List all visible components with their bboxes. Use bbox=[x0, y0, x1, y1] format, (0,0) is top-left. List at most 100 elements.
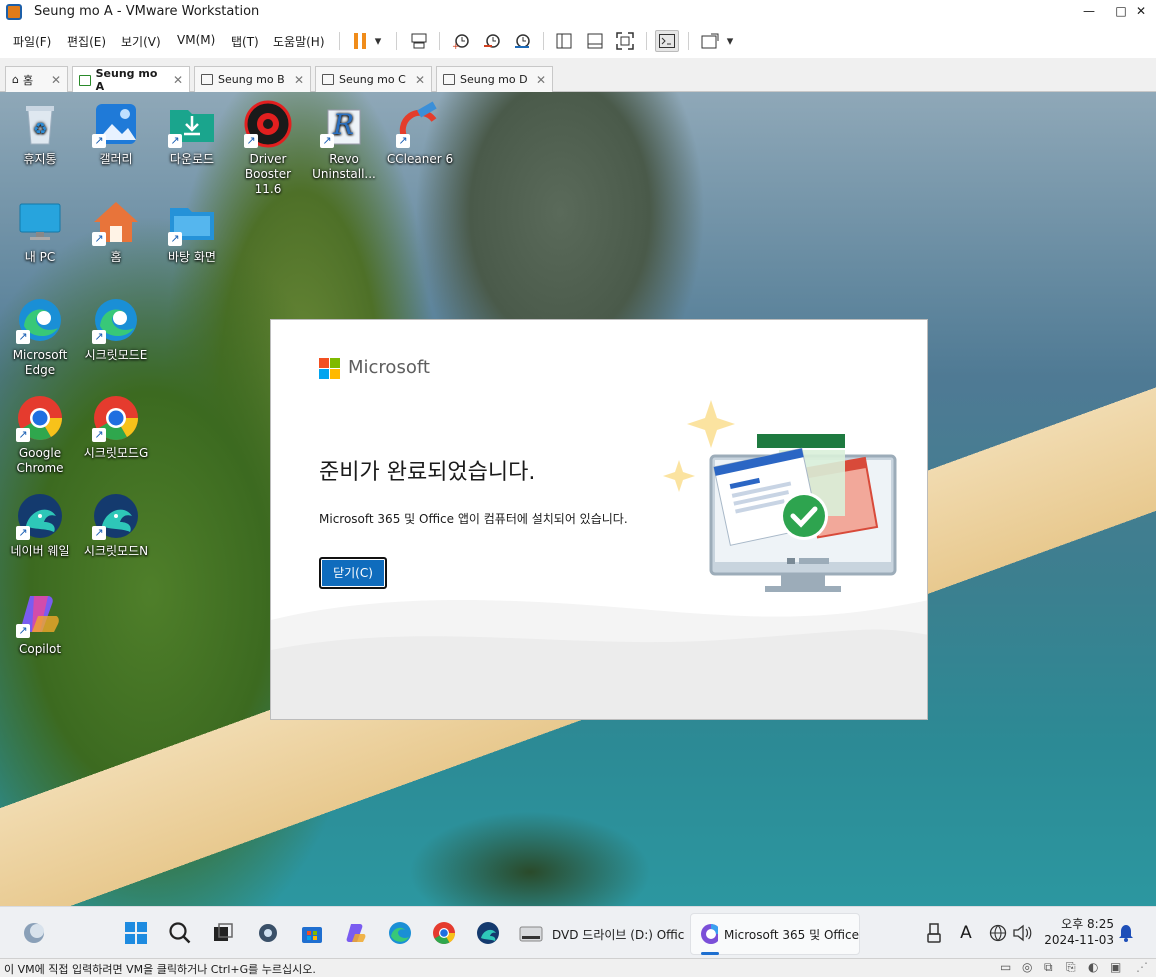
desktop-icon-whale[interactable]: ↗ 네이버 웨일 bbox=[2, 492, 78, 559]
vm-running-icon bbox=[79, 74, 91, 86]
vm-icon bbox=[201, 74, 213, 85]
taskbar-app-m365[interactable]: Microsoft 365 및 Office bbox=[690, 913, 860, 955]
tab-home[interactable]: ⌂ 홈 ✕ bbox=[5, 66, 68, 92]
desktop-icon-driver-booster[interactable]: ↗ Driver Booster 11.6 bbox=[230, 100, 306, 197]
chevron-down-icon[interactable]: ▾ bbox=[722, 30, 738, 52]
desktop-icon-label: 시크릿모드E bbox=[84, 348, 148, 362]
desktop-icon-chrome[interactable]: ↗ Google Chrome bbox=[2, 394, 78, 476]
shortcut-arrow-icon: ↗ bbox=[92, 232, 106, 246]
dialog-close-button[interactable]: 닫기(C) bbox=[319, 557, 387, 589]
resize-grip-icon[interactable]: ⋰ bbox=[1136, 960, 1148, 974]
chrome-icon[interactable] bbox=[430, 919, 458, 947]
microsoft-logo-icon bbox=[319, 358, 340, 379]
usb-device-icon[interactable] bbox=[922, 919, 946, 947]
desktop-icon-downloads[interactable]: ↗ 다운로드 bbox=[154, 100, 230, 167]
menu-help[interactable]: 도움말(H) bbox=[273, 33, 325, 50]
tab-seung-mo-d[interactable]: Seung mo D ✕ bbox=[436, 66, 553, 92]
desktop-icon-whale-private[interactable]: ↗ 시크릿모드N bbox=[78, 492, 154, 559]
cd-dvd-icon[interactable]: ◎ bbox=[1022, 960, 1032, 974]
desktop-icon-label: CCleaner 6 bbox=[386, 152, 454, 166]
menu-vm[interactable]: VM(M) bbox=[177, 33, 215, 47]
menu-view[interactable]: 보기(V) bbox=[121, 33, 161, 50]
display-icon[interactable]: ▣ bbox=[1110, 960, 1121, 974]
chevron-down-icon[interactable]: ▾ bbox=[370, 30, 386, 52]
snapshot-take-icon[interactable]: + bbox=[449, 30, 473, 52]
close-icon[interactable]: ✕ bbox=[167, 73, 183, 87]
home-icon: ↗ bbox=[92, 198, 140, 246]
m365-install-dialog: Microsoft 준비가 완료되었습니다. Microsoft 365 및 O… bbox=[270, 319, 928, 720]
dvd-drive-icon bbox=[519, 926, 543, 942]
speaker-icon[interactable] bbox=[1010, 919, 1034, 947]
input-method-indicator[interactable]: A bbox=[954, 919, 978, 947]
desktop-icon-ccleaner[interactable]: ↗ CCleaner 6 bbox=[382, 100, 458, 167]
microsoft-store-icon[interactable] bbox=[298, 919, 326, 947]
menu-tabs[interactable]: 탭(T) bbox=[231, 33, 259, 50]
desktop-icon-gallery[interactable]: ↗ 갤러리 bbox=[78, 100, 154, 167]
shortcut-arrow-icon: ↗ bbox=[16, 428, 30, 442]
menu-file[interactable]: 파일(F) bbox=[13, 33, 51, 50]
desktop-icon-this-pc[interactable]: 내 PC bbox=[2, 198, 78, 265]
desktop-icon-revo[interactable]: R ↗ Revo Uninstall... bbox=[306, 100, 382, 182]
start-icon[interactable] bbox=[122, 919, 150, 947]
snapshot-manager-icon[interactable] bbox=[510, 30, 534, 52]
thumbnail-view-icon[interactable] bbox=[583, 30, 607, 52]
pause-icon[interactable] bbox=[348, 30, 372, 52]
library-view-icon[interactable] bbox=[552, 30, 576, 52]
network-globe-icon[interactable] bbox=[986, 919, 1010, 947]
active-app-indicator bbox=[701, 952, 719, 955]
driver-booster-icon: ↗ bbox=[244, 100, 292, 148]
minimize-button[interactable]: — bbox=[1072, 0, 1106, 24]
desktop-icon-label: Microsoft Edge bbox=[12, 348, 68, 377]
edge-icon[interactable] bbox=[386, 919, 414, 947]
notification-bell-icon[interactable] bbox=[1116, 919, 1136, 947]
settings-gear-icon[interactable] bbox=[254, 919, 282, 947]
toolbar-separator bbox=[396, 32, 397, 50]
copilot-icon[interactable] bbox=[342, 919, 370, 947]
hard-disk-icon[interactable]: ▭ bbox=[1000, 960, 1011, 974]
close-icon[interactable]: ✕ bbox=[409, 73, 425, 87]
tab-seung-mo-b[interactable]: Seung mo B ✕ bbox=[194, 66, 311, 92]
desktop-icon-home[interactable]: ↗ 홈 bbox=[78, 198, 154, 265]
close-icon[interactable]: ✕ bbox=[45, 73, 61, 87]
send-keys-icon[interactable] bbox=[407, 30, 431, 52]
desktop-icon-desktop[interactable]: ↗ 바탕 화면 bbox=[154, 198, 230, 265]
tab-seung-mo-a[interactable]: Seung mo A ✕ bbox=[72, 66, 190, 93]
shortcut-arrow-icon: ↗ bbox=[396, 134, 410, 148]
console-view-icon[interactable] bbox=[655, 30, 679, 52]
taskbar-app-dvd-drive[interactable]: DVD 드라이브 (D:) Offic bbox=[516, 917, 686, 951]
shortcut-arrow-icon: ↗ bbox=[16, 330, 30, 344]
desktop-icon-recycle-bin[interactable]: ♻ 휴지통 bbox=[2, 100, 78, 167]
desktop-icon-label: 네이버 웨일 bbox=[10, 544, 70, 558]
desktop-icon-edge-private[interactable]: ↗ 시크릿모드E bbox=[78, 296, 154, 363]
shortcut-arrow-icon: ↗ bbox=[168, 134, 182, 148]
fullscreen-icon[interactable] bbox=[613, 30, 637, 52]
sound-card-icon[interactable]: ◐ bbox=[1088, 960, 1098, 974]
tab-seung-mo-c[interactable]: Seung mo C ✕ bbox=[315, 66, 432, 92]
close-button[interactable]: ✕ bbox=[1124, 0, 1156, 24]
desktop-icon-edge[interactable]: ↗ Microsoft Edge bbox=[2, 296, 78, 378]
usb-controller-icon[interactable]: ⎘ bbox=[1066, 960, 1076, 975]
search-icon[interactable] bbox=[166, 919, 194, 947]
desktop-icon-label: Copilot bbox=[18, 642, 62, 656]
snapshot-revert-icon[interactable] bbox=[480, 30, 504, 52]
weather-icon[interactable] bbox=[20, 919, 48, 947]
title-bar: Seung mo A - VMware Workstation — □ ✕ bbox=[0, 0, 1156, 24]
desktop-icon-chrome-private[interactable]: ↗ 시크릿모드G bbox=[78, 394, 154, 461]
desktop-icon-copilot[interactable]: ↗ Copilot bbox=[2, 590, 78, 657]
whale-icon: ↗ bbox=[16, 492, 64, 540]
ccleaner-icon: ↗ bbox=[396, 100, 444, 148]
system-clock[interactable]: 오후 8:25 2024-11-03 bbox=[1042, 916, 1114, 948]
close-icon[interactable]: ✕ bbox=[530, 73, 546, 87]
task-view-icon[interactable] bbox=[209, 919, 237, 947]
desktop-icon-label: 휴지통 bbox=[23, 152, 57, 166]
desktop-folder-icon: ↗ bbox=[168, 198, 216, 246]
installation-complete-illustration bbox=[663, 400, 897, 592]
menu-edit[interactable]: 편집(E) bbox=[67, 33, 106, 50]
this-pc-icon bbox=[16, 198, 64, 246]
whale-icon[interactable] bbox=[474, 919, 502, 947]
desktop-icon-label: 갤러리 bbox=[99, 152, 133, 166]
network-adapter-icon[interactable]: ⧉ bbox=[1044, 960, 1053, 975]
shortcut-arrow-icon: ↗ bbox=[92, 134, 106, 148]
unity-icon[interactable] bbox=[698, 30, 722, 52]
close-icon[interactable]: ✕ bbox=[288, 73, 304, 87]
